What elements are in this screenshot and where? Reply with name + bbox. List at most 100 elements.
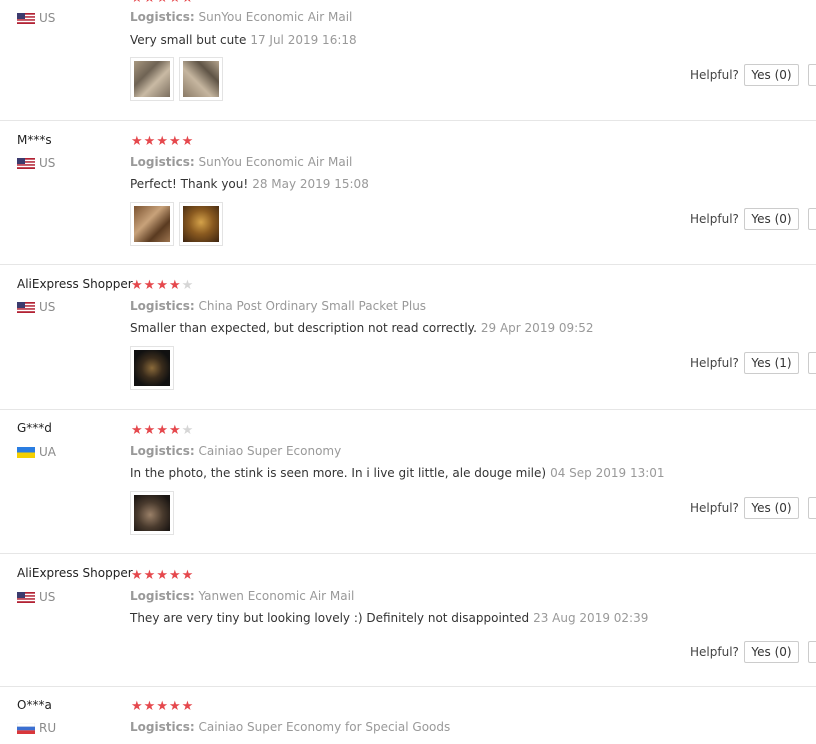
review-text-line: Perfect! Thank you! 28 May 2019 15:08 (130, 177, 369, 191)
rating-stars: ★★★★★ (131, 0, 193, 5)
review-text: Perfect! Thank you! (130, 177, 249, 191)
star-icon: ★ (156, 568, 168, 583)
logistics-label: Logistics: (130, 155, 195, 169)
us-flag-icon (17, 591, 35, 603)
logistics-line: Logistics: China Post Ordinary Small Pac… (130, 299, 426, 313)
logistics-value: SunYou Economic Air Mail (198, 10, 353, 24)
logistics-line: Logistics: Cainiao Super Economy (130, 444, 341, 458)
star-icon: ★ (156, 699, 168, 714)
logistics-label: Logistics: (130, 299, 195, 313)
helpful-yes-button[interactable]: Yes (0) (744, 641, 799, 663)
helpful-yes-button[interactable]: Yes (0) (744, 64, 799, 86)
star-icon: ★ (143, 423, 156, 438)
star-icon: ★ (181, 699, 194, 714)
star-icon: ★ (181, 568, 194, 583)
star-empty-icon: ★ (181, 278, 194, 293)
star-icon: ★ (181, 134, 194, 149)
logistics-label: Logistics: (130, 444, 195, 458)
review-photos (130, 491, 174, 535)
logistics-line: Logistics: SunYou Economic Air Mail (130, 10, 352, 24)
star-icon: ★ (143, 134, 156, 149)
divider (0, 686, 816, 687)
country-code: US (39, 590, 56, 604)
country-code: US (39, 300, 56, 314)
review-photo-thumbnail[interactable] (130, 346, 174, 390)
star-icon: ★ (168, 278, 181, 293)
reviewer-country: US (17, 156, 55, 170)
review-date: 17 Jul 2019 16:18 (250, 33, 357, 47)
star-icon: ★ (156, 423, 168, 438)
star-empty-icon: ★ (181, 423, 194, 438)
helpful-no-button[interactable] (808, 641, 816, 663)
review-photo-thumbnail[interactable] (179, 202, 223, 246)
divider (0, 553, 816, 554)
reviewer-country: UA (17, 445, 56, 459)
helpful-no-button[interactable] (808, 352, 816, 374)
review-photo-thumbnail[interactable] (179, 57, 223, 101)
logistics-label: Logistics: (130, 589, 195, 603)
review-photo-thumbnail[interactable] (130, 491, 174, 535)
divider (0, 264, 816, 265)
helpful-label: Helpful? (690, 356, 739, 370)
review-date: 28 May 2019 15:08 (252, 177, 369, 191)
helpful-yes-button[interactable]: Yes (1) (744, 352, 799, 374)
reviewer-name: AliExpress Shopper (17, 566, 133, 580)
star-icon: ★ (156, 278, 168, 293)
country-code: UA (39, 445, 56, 459)
rating-stars: ★★★★★ (131, 135, 193, 148)
review-date: 04 Sep 2019 13:01 (550, 466, 665, 480)
rating-stars: ★★★★★ (131, 279, 193, 292)
star-icon: ★ (131, 278, 143, 293)
review-text: In the photo, the stink is seen more. In… (130, 466, 547, 480)
helpful-label: Helpful? (690, 212, 739, 226)
reviewer-name: AliExpress Shopper (17, 277, 133, 291)
ua-flag-icon (17, 446, 35, 458)
logistics-line: Logistics: Yanwen Economic Air Mail (130, 589, 354, 603)
logistics-value: Cainiao Super Economy (198, 444, 342, 458)
star-icon: ★ (143, 568, 156, 583)
star-icon: ★ (168, 568, 181, 583)
reviewer-country: US (17, 590, 55, 604)
star-icon: ★ (156, 134, 168, 149)
review-photos (130, 202, 223, 246)
country-code: US (39, 11, 56, 25)
review-date: 29 Apr 2019 09:52 (480, 321, 594, 335)
star-icon: ★ (143, 699, 156, 714)
review-text-line: In the photo, the stink is seen more. In… (130, 466, 665, 480)
helpful-yes-button[interactable]: Yes (0) (744, 208, 799, 230)
review-photo-thumbnail[interactable] (130, 202, 174, 246)
helpful-no-button[interactable] (808, 497, 816, 519)
rating-stars: ★★★★★ (131, 424, 193, 437)
divider (0, 409, 816, 410)
reviewer-country: US (17, 11, 55, 25)
star-icon: ★ (131, 568, 143, 583)
review-text-line: Very small but cute 17 Jul 2019 16:18 (130, 33, 357, 47)
ru-flag-icon (17, 722, 35, 734)
review-photos (130, 346, 174, 390)
rating-stars: ★★★★★ (131, 700, 193, 713)
reviewer-name: G***d (17, 421, 52, 435)
helpful-yes-button[interactable]: Yes (0) (744, 497, 799, 519)
review-photo-thumbnail[interactable] (130, 57, 174, 101)
star-icon: ★ (143, 278, 156, 293)
star-icon: ★ (131, 699, 143, 714)
helpful-label: Helpful? (690, 501, 739, 515)
star-icon: ★ (168, 699, 181, 714)
star-icon: ★ (169, 0, 181, 5)
review-photos (130, 57, 223, 101)
divider (0, 120, 816, 121)
country-code: RU (39, 721, 57, 735)
us-flag-icon (17, 301, 35, 313)
reviewer-name: M***s (17, 133, 52, 147)
reviewer-name: O***a (17, 698, 52, 712)
star-icon: ★ (168, 423, 181, 438)
star-icon: ★ (182, 0, 194, 5)
rating-stars: ★★★★★ (131, 569, 193, 582)
star-icon: ★ (156, 0, 168, 5)
logistics-line: Logistics: SunYou Economic Air Mail (130, 155, 352, 169)
helpful-no-button[interactable] (808, 208, 816, 230)
star-icon: ★ (168, 134, 181, 149)
logistics-value: SunYou Economic Air Mail (198, 155, 353, 169)
helpful-no-button[interactable] (808, 64, 816, 86)
star-icon: ★ (131, 0, 143, 5)
